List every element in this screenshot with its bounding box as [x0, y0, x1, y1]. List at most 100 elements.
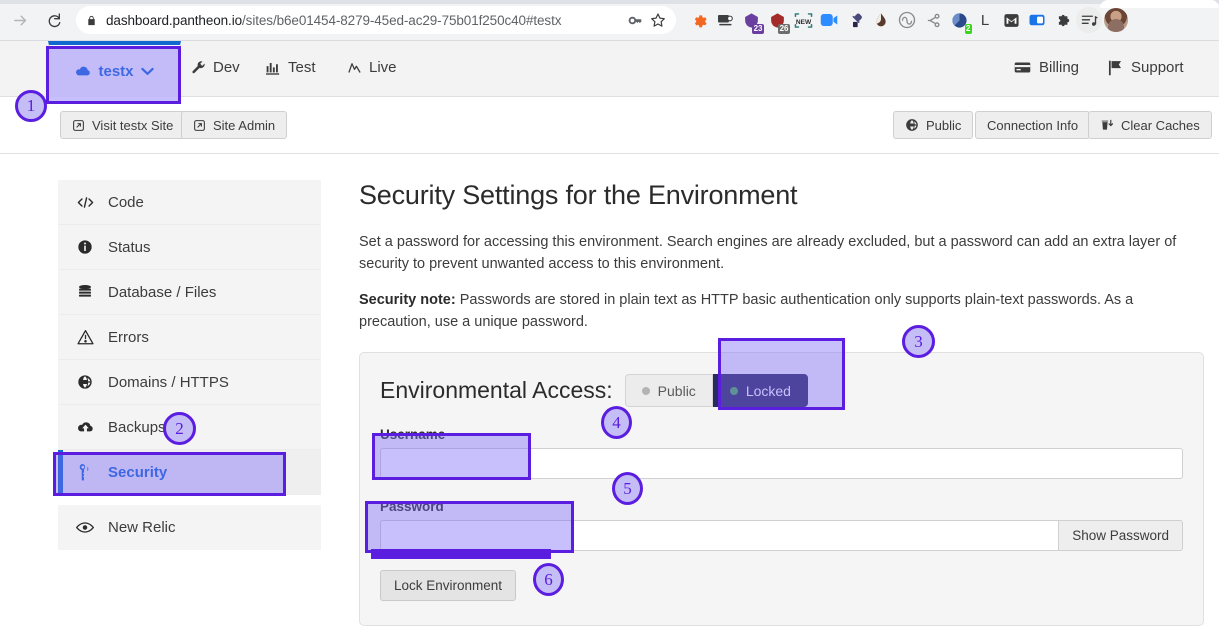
- browser-tab[interactable]: [1100, 0, 1219, 8]
- site-admin-label: Site Admin: [213, 117, 276, 133]
- site-lock-icon: [86, 14, 97, 27]
- sidebar: Code Status Database / Files Errors Doma…: [58, 180, 321, 550]
- sidebar-item-new-relic[interactable]: New Relic: [58, 505, 321, 550]
- globe-icon: [906, 119, 918, 131]
- site-admin-button[interactable]: Site Admin: [181, 111, 288, 139]
- extension-badge: 2: [964, 24, 972, 34]
- password-input[interactable]: [380, 520, 1060, 552]
- calendar-26-extension-icon[interactable]: 26: [764, 7, 790, 34]
- env-link-test[interactable]: Test: [266, 59, 316, 76]
- security-note-body: Passwords are stored in plain text as HT…: [359, 292, 1134, 331]
- visit-site-button[interactable]: Visit testx Site: [60, 111, 186, 139]
- reload-icon[interactable]: [40, 6, 68, 34]
- url-text: dashboard.pantheon.io/sites/b6e01454-827…: [106, 13, 621, 28]
- sidebar-item-status[interactable]: Status: [58, 225, 321, 270]
- tab-strip-edge: [0, 0, 1219, 4]
- connection-info-button[interactable]: Connection Info: [975, 111, 1091, 139]
- puzzle-extensions-icon[interactable]: [1050, 7, 1076, 33]
- zoom-extension-icon[interactable]: [816, 7, 842, 33]
- status-dot-grey: [641, 386, 650, 395]
- code-brackets-icon: [76, 196, 94, 209]
- intro-paragraph: Set a password for accessing this enviro…: [359, 234, 1177, 273]
- bar-chart-icon: [266, 62, 280, 75]
- pulse-peak-icon: [348, 63, 361, 73]
- info-circle-icon: [76, 239, 94, 255]
- env-label: Live: [369, 59, 397, 76]
- public-toggle[interactable]: Public: [624, 374, 713, 408]
- sidebar-item-label: Backups: [108, 418, 166, 436]
- letter-l-extension-icon[interactable]: L: [972, 7, 998, 33]
- sidebar-item-security[interactable]: Security: [58, 450, 321, 495]
- show-password-button[interactable]: Show Password: [1059, 520, 1183, 552]
- warning-triangle-icon: [76, 329, 94, 345]
- username-input[interactable]: [380, 448, 1183, 480]
- environmental-access-title: Environmental Access:: [380, 377, 613, 404]
- svg-text:NEW: NEW: [795, 18, 811, 25]
- database-icon: [76, 284, 94, 300]
- calendar-23-extension-icon[interactable]: 23: [738, 7, 764, 34]
- wrench-icon: [192, 61, 205, 74]
- eyedropper-extension-icon[interactable]: [842, 7, 868, 33]
- gmail-extension-icon[interactable]: [998, 7, 1024, 33]
- extension-badge: 23: [752, 24, 764, 34]
- cloud-icon: [76, 66, 91, 76]
- site-tab[interactable]: testx: [48, 41, 181, 97]
- visit-site-label: Visit testx Site: [92, 117, 174, 133]
- environmental-access-row: Environmental Access: Public Locked: [380, 374, 1183, 408]
- username-label: Username: [380, 427, 446, 443]
- media-list-icon[interactable]: [1076, 7, 1102, 33]
- locked-toggle[interactable]: Locked: [712, 374, 808, 408]
- trash-down-icon: [1101, 119, 1114, 130]
- sidebar-item-code[interactable]: Code: [58, 180, 321, 225]
- clear-caches-button[interactable]: Clear Caches: [1088, 111, 1212, 139]
- forward-arrow-icon[interactable]: [6, 6, 34, 34]
- sidebar-item-label: Errors: [108, 328, 149, 346]
- status-dot-green: [729, 386, 738, 395]
- bookmark-star-icon[interactable]: [650, 12, 666, 28]
- env-link-dev[interactable]: Dev: [191, 59, 240, 76]
- gear-extension-icon[interactable]: [686, 7, 712, 33]
- chevron-down-icon: [140, 67, 154, 75]
- url-host: dashboard.pantheon.io: [106, 12, 243, 28]
- globe-icon: [76, 374, 94, 390]
- page-title: Security Settings for the Environment: [359, 180, 798, 210]
- sidebar-item-label: Database / Files: [108, 283, 217, 301]
- billing-link[interactable]: Billing: [1014, 59, 1079, 76]
- external-link-icon: [73, 119, 84, 131]
- sidebar-item-errors[interactable]: Errors: [58, 315, 321, 360]
- sidebar-extension-icon[interactable]: [1024, 7, 1050, 33]
- password-label: Password: [380, 499, 444, 515]
- support-link[interactable]: Support: [1108, 59, 1184, 76]
- wave-extension-icon[interactable]: [894, 7, 920, 33]
- screencast-extension-icon[interactable]: [712, 7, 738, 33]
- address-bar[interactable]: dashboard.pantheon.io/sites/b6e01454-827…: [76, 6, 676, 34]
- env-link-live[interactable]: Live: [347, 59, 397, 76]
- password-key-icon[interactable]: [628, 13, 643, 28]
- cloud-upload-icon: [76, 420, 94, 434]
- locked-toggle-label: Locked: [745, 382, 791, 399]
- sidebar-item-database-files[interactable]: Database / Files: [58, 270, 321, 315]
- browser-toolbar: dashboard.pantheon.io/sites/b6e01454-827…: [0, 0, 1219, 41]
- sidebar-item-label: Domains / HTTPS: [108, 373, 229, 391]
- security-note-paragraph: Security note: Passwords are stored in p…: [359, 289, 1204, 333]
- public-label: Public: [926, 117, 962, 133]
- eye-icon: [76, 521, 94, 534]
- profile-avatar[interactable]: [1104, 8, 1128, 32]
- environmental-access-card: Environmental Access: Public Locked User…: [359, 352, 1204, 627]
- sidebar-item-label: Code: [108, 193, 144, 211]
- ink-drop-extension-icon[interactable]: [868, 7, 894, 33]
- security-note-label: Security note:: [359, 292, 456, 309]
- public-status-button[interactable]: Public: [893, 111, 974, 139]
- env-label: Dev: [213, 59, 240, 76]
- public-toggle-label: Public: [657, 382, 696, 399]
- password-row: Show Password: [380, 520, 1183, 552]
- new-capture-extension-icon[interactable]: NEW: [790, 7, 816, 33]
- lock-environment-button[interactable]: Lock Environment: [380, 570, 517, 602]
- sidebar-item-backups[interactable]: Backups: [58, 405, 321, 450]
- pie-extension-icon[interactable]: 2: [946, 7, 972, 34]
- hubspot-extension-icon[interactable]: [920, 7, 946, 33]
- sidebar-item-domains-https[interactable]: Domains / HTTPS: [58, 360, 321, 405]
- sidebar-item-label: Security: [108, 463, 168, 481]
- sidebar-divider: [58, 495, 321, 505]
- sidebar-item-label: New Relic: [108, 519, 176, 536]
